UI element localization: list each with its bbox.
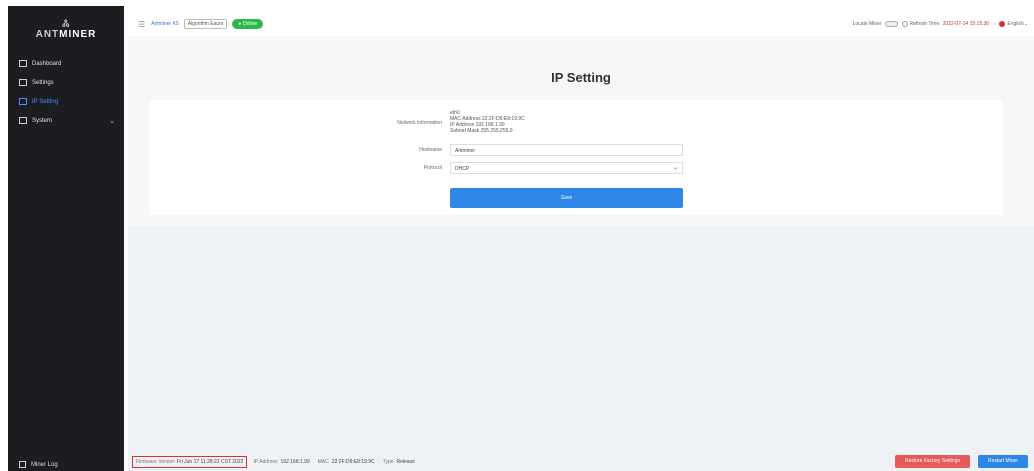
log-icon bbox=[19, 461, 26, 468]
sidebar-item-dashboard[interactable]: Dashboard bbox=[8, 54, 124, 73]
footer-type-value: Release bbox=[396, 458, 415, 465]
locate-miner-label: Locate Miner bbox=[852, 21, 882, 27]
ip-setting-card: Network Information eth0 MAC Address 22:… bbox=[150, 100, 1002, 215]
algorithm-badge: Algorithm Eaum bbox=[183, 19, 228, 29]
chevron-down-icon: ⌄ bbox=[1023, 21, 1028, 27]
empty-content-area bbox=[128, 226, 1034, 452]
refresh-time[interactable]: 2022-07-14 15:15:36 bbox=[943, 21, 989, 27]
logo-text: ANTMINER bbox=[36, 29, 97, 40]
restore-factory-settings-button[interactable]: Restore Factory Settings bbox=[894, 455, 970, 468]
settings-icon bbox=[19, 79, 27, 86]
footer-mac-label: MAC bbox=[317, 458, 329, 465]
footer-type-label: Type bbox=[382, 458, 394, 465]
sidebar-item-ip-setting[interactable]: IP Setting bbox=[8, 92, 124, 111]
network-info: eth0 MAC Address 22:2F:D9:E8:19:9C IP Ad… bbox=[450, 110, 525, 134]
language-flag-icon bbox=[999, 21, 1006, 27]
sidebar-item-system[interactable]: System ⌄ bbox=[8, 111, 124, 130]
save-button[interactable]: Save bbox=[450, 188, 683, 208]
footer-ip-label: IP Address bbox=[253, 458, 278, 465]
clock-icon bbox=[901, 21, 908, 27]
divider: | bbox=[994, 21, 996, 27]
sidebar-item-label: Settings bbox=[32, 79, 54, 86]
top-right-controls: Locate Miner Refresh Time: 2022-07-14 15… bbox=[853, 21, 1028, 27]
hostname-label: Hostname bbox=[419, 147, 442, 153]
status-footer: Firmware Version Fri Jun 17 11:28:22 CST … bbox=[128, 452, 1034, 471]
logo-mark-icon: Ꮬ bbox=[62, 19, 70, 30]
logo-prefix: ANT bbox=[35, 29, 60, 40]
firmware-value: Fri Jun 17 11:28:22 CST 2022 bbox=[176, 458, 244, 465]
protocol-label: Protocol bbox=[423, 165, 442, 171]
subnet-mask: Subnet Mask 255.255.255.0 bbox=[450, 128, 513, 134]
locate-miner-toggle[interactable] bbox=[884, 21, 898, 27]
protocol-select[interactable]: DHCP ⌄ bbox=[450, 162, 683, 174]
footer-mac: MAC 22:2F:D9:E8:19:9C bbox=[318, 459, 375, 465]
restart-miner-button[interactable]: Restart Miner bbox=[977, 455, 1028, 468]
footer-ip-value: 192.168.1.99 bbox=[280, 458, 310, 465]
main-content: IP Setting Network Information eth0 MAC … bbox=[128, 36, 1034, 226]
protocol-value: DHCP bbox=[455, 166, 470, 172]
firmware-label: Firmware Version bbox=[136, 458, 175, 465]
top-bar: ☰ Antminer K5 Algorithm Eaum ● Online Lo… bbox=[128, 14, 1034, 34]
logo-suffix: MINER bbox=[59, 29, 97, 40]
hostname-input[interactable]: Antminer bbox=[450, 144, 683, 156]
brand-logo: Ꮬ ANTMINER bbox=[8, 6, 124, 54]
dashboard-icon bbox=[19, 60, 27, 67]
miner-log-label: Miner Log bbox=[31, 461, 58, 468]
footer-ip: IP Address 192.168.1.99 bbox=[253, 459, 309, 465]
sidebar: Ꮬ ANTMINER Dashboard Settings IP Setting… bbox=[8, 6, 124, 471]
sidebar-item-label: IP Setting bbox=[32, 98, 58, 105]
footer-type: Type Release bbox=[383, 459, 415, 465]
network-info-label: Network Information bbox=[397, 120, 442, 126]
app-root: Ꮬ ANTMINER Dashboard Settings IP Setting… bbox=[0, 0, 1034, 471]
language-select[interactable]: English bbox=[1007, 21, 1023, 27]
chevron-down-icon: ⌄ bbox=[672, 165, 678, 171]
miner-model: Antminer K5 bbox=[151, 21, 179, 27]
page-title: IP Setting bbox=[551, 70, 611, 85]
firmware-version: Firmware Version Fri Jun 17 11:28:22 CST … bbox=[132, 455, 248, 468]
network-icon bbox=[19, 98, 27, 105]
sidebar-item-label: System bbox=[32, 117, 53, 124]
sidebar-item-label: Dashboard bbox=[32, 60, 62, 67]
menu-toggle-icon[interactable]: ☰ bbox=[138, 20, 145, 29]
chevron-down-icon: ⌄ bbox=[109, 117, 115, 125]
status-badge: ● Online bbox=[232, 19, 264, 29]
sidebar-item-settings[interactable]: Settings bbox=[8, 73, 124, 92]
refresh-label: Refresh Time: bbox=[909, 21, 941, 27]
system-icon bbox=[19, 117, 27, 124]
sidebar-item-miner-log[interactable]: Miner Log bbox=[19, 461, 58, 468]
footer-mac-value: 22:2F:D9:E8:19:9C bbox=[331, 458, 375, 465]
